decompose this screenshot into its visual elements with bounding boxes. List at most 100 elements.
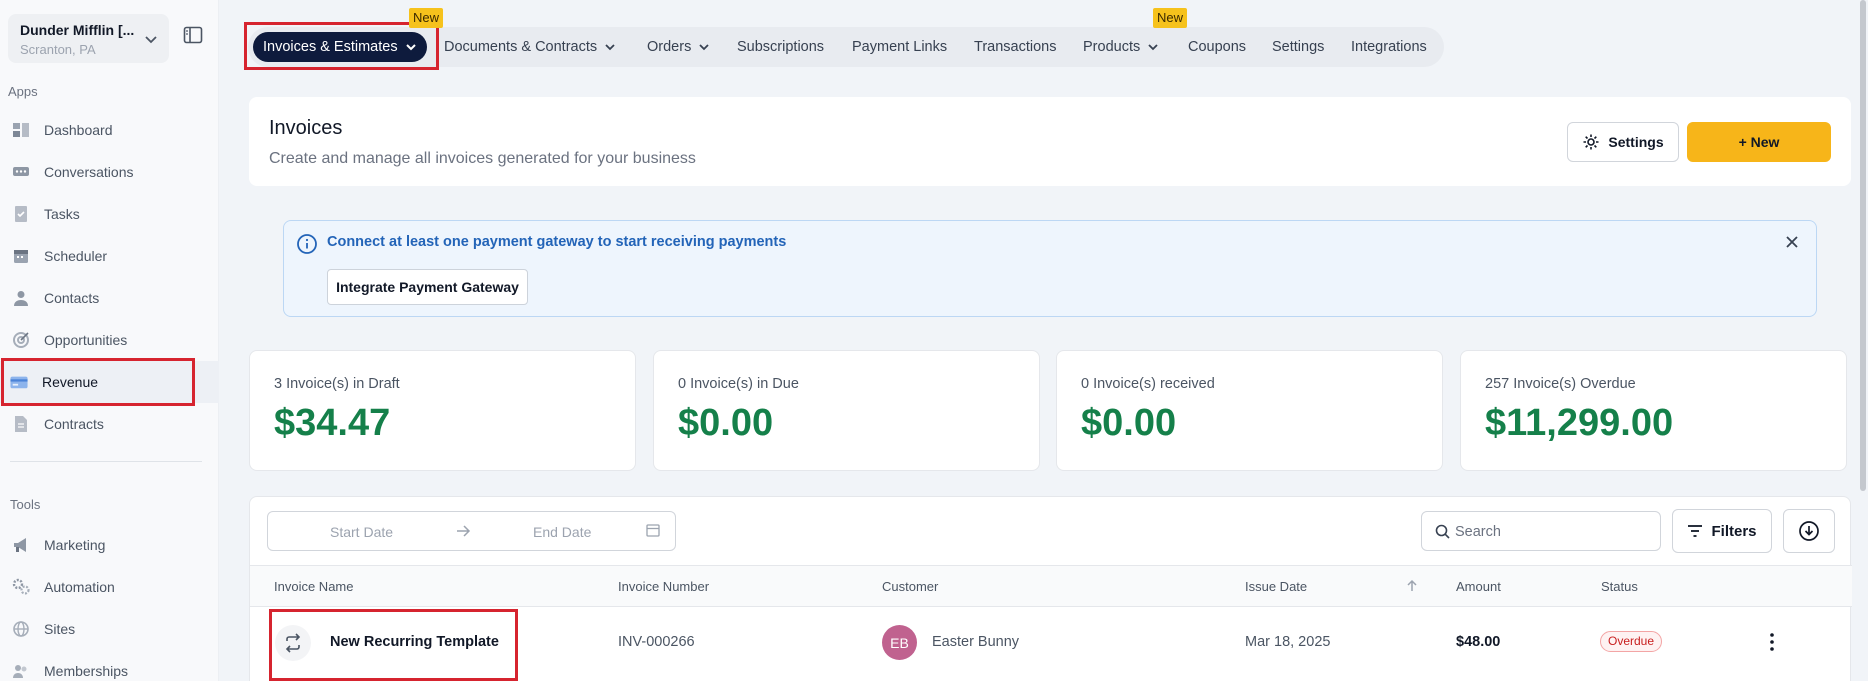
tab-transactions[interactable]: Transactions <box>974 27 1056 67</box>
sidebar-item-memberships[interactable]: Memberships <box>0 650 219 681</box>
amount: $48.00 <box>1456 634 1501 650</box>
tab-products[interactable]: Products <box>1083 27 1159 67</box>
tab-orders[interactable]: Orders <box>647 27 710 67</box>
integrate-payment-gateway-button[interactable]: Integrate Payment Gateway <box>327 269 528 305</box>
sidebar-toggle-icon[interactable] <box>183 25 203 45</box>
table-header: Invoice Name Invoice Number Customer Iss… <box>250 565 1852 607</box>
top-nav-bar <box>248 27 1444 67</box>
chevron-down-icon <box>1148 44 1158 51</box>
sidebar-item-label: Conversations <box>44 164 134 180</box>
sidebar-item-label: Memberships <box>44 663 129 679</box>
page-subtitle: Create and manage all invoices generated… <box>269 150 696 167</box>
invoice-name[interactable]: New Recurring Template <box>330 634 499 650</box>
column-header-invoice-number[interactable]: Invoice Number <box>618 579 709 594</box>
sidebar-item-label: Marketing <box>44 537 106 553</box>
column-header-invoice-name[interactable]: Invoice Name <box>274 579 353 594</box>
account-name: Dunder Mifflin [... <box>20 22 135 38</box>
column-header-amount[interactable]: Amount <box>1456 579 1501 594</box>
tab-coupons[interactable]: Coupons <box>1188 27 1246 67</box>
sidebar-item-conversations[interactable]: Conversations <box>0 151 219 193</box>
calendar-icon <box>646 524 660 537</box>
tab-invoices-estimates[interactable]: Invoices & Estimates <box>253 32 427 62</box>
status-badge: Overdue <box>1600 631 1663 652</box>
stat-value: $0.00 <box>1081 402 1177 444</box>
avatar: EB <box>882 625 917 660</box>
stat-label: 3 Invoice(s) in Draft <box>274 376 400 392</box>
stat-card-due: 0 Invoice(s) in Due $0.00 <box>653 350 1040 471</box>
tab-label: Orders <box>647 39 692 55</box>
download-icon <box>1799 521 1819 541</box>
sidebar-item-label: Contacts <box>44 290 100 306</box>
sidebar-item-opportunities[interactable]: Opportunities <box>0 319 219 361</box>
new-button-label: + New <box>1738 134 1780 150</box>
sidebar-item-revenue[interactable]: Revenue <box>0 361 219 403</box>
table-row[interactable]: New Recurring Template INV-000266 EB Eas… <box>250 607 1852 679</box>
new-invoice-button[interactable]: + New <box>1687 122 1831 162</box>
sort-ascending-icon[interactable] <box>1405 579 1419 593</box>
tab-settings[interactable]: Settings <box>1272 27 1324 67</box>
alert-message: Connect at least one payment gateway to … <box>327 234 787 250</box>
info-icon <box>297 234 317 254</box>
column-header-status[interactable]: Status <box>1601 579 1638 594</box>
sidebar-item-label: Tasks <box>44 206 80 222</box>
sidebar-item-contracts[interactable]: Contracts <box>0 403 219 445</box>
tab-label: Invoices & Estimates <box>263 39 398 55</box>
sidebar-item-label: Scheduler <box>44 248 108 264</box>
account-switcher[interactable]: Dunder Mifflin [... Scranton, PA <box>8 14 169 63</box>
start-date-placeholder: Start Date <box>330 524 394 540</box>
scrollbar[interactable] <box>1860 0 1866 491</box>
filter-icon <box>1688 525 1703 537</box>
search-input[interactable] <box>1455 521 1645 543</box>
date-range-picker[interactable]: Start Date End Date <box>267 511 676 551</box>
settings-button-label: Settings <box>1608 134 1664 150</box>
chevron-down-icon <box>605 44 615 51</box>
stat-label: 0 Invoice(s) received <box>1081 376 1215 392</box>
sidebar-item-contacts[interactable]: Contacts <box>0 277 219 319</box>
chevron-down-icon <box>145 36 157 44</box>
filters-button-label: Filters <box>1711 522 1757 540</box>
document-icon <box>12 415 30 433</box>
stat-value: $11,299.00 <box>1485 402 1674 444</box>
stat-value: $34.47 <box>274 402 391 444</box>
members-icon <box>12 662 30 680</box>
gears-icon <box>12 578 30 596</box>
new-badge: New <box>1153 8 1188 28</box>
download-button[interactable] <box>1783 509 1835 553</box>
sidebar-divider <box>10 461 202 462</box>
sidebar-item-dashboard[interactable]: Dashboard <box>0 109 219 151</box>
customer-name: Easter Bunny <box>932 634 1020 650</box>
tab-subscriptions[interactable]: Subscriptions <box>737 27 824 67</box>
tab-payment-links[interactable]: Payment Links <box>852 27 947 67</box>
sidebar-item-tasks[interactable]: Tasks <box>0 193 219 235</box>
tab-label: Coupons <box>1188 39 1247 55</box>
new-badge: New <box>409 8 444 28</box>
payment-gateway-alert: Connect at least one payment gateway to … <box>283 220 1817 317</box>
sidebar-item-label: Revenue <box>42 374 99 390</box>
sidebar: Dunder Mifflin [... Scranton, PA Apps Da… <box>0 0 219 681</box>
arrow-right-icon <box>457 525 471 537</box>
chevron-down-icon <box>405 44 416 51</box>
search-box <box>1421 511 1661 551</box>
apps-section-label: Apps <box>8 84 38 99</box>
column-header-issue-date[interactable]: Issue Date <box>1245 579 1307 594</box>
close-icon[interactable] <box>1784 234 1800 250</box>
column-header-customer[interactable]: Customer <box>882 579 938 594</box>
sidebar-item-scheduler[interactable]: Scheduler <box>0 235 219 277</box>
megaphone-icon <box>12 536 30 554</box>
card-icon <box>10 373 28 391</box>
settings-button[interactable]: Settings <box>1567 122 1679 162</box>
sidebar-item-sites[interactable]: Sites <box>0 608 219 650</box>
tab-documents-contracts[interactable]: Documents & Contracts <box>444 27 616 67</box>
invoice-number: INV-000266 <box>618 634 695 650</box>
tab-label: Subscriptions <box>737 39 825 55</box>
sidebar-item-marketing[interactable]: Marketing <box>0 524 219 566</box>
tab-label: Settings <box>1272 39 1325 55</box>
gateway-button-label: Integrate Payment Gateway <box>336 279 519 295</box>
stat-label: 257 Invoice(s) Overdue <box>1485 376 1636 392</box>
filters-button[interactable]: Filters <box>1672 509 1772 553</box>
invoices-table-card: Start Date End Date Filters Invoice Name… <box>249 496 1852 681</box>
sidebar-item-automation[interactable]: Automation <box>0 566 219 608</box>
more-options-icon[interactable] <box>1766 631 1778 653</box>
stat-card-draft: 3 Invoice(s) in Draft $34.47 <box>249 350 636 471</box>
tab-integrations[interactable]: Integrations <box>1351 27 1427 67</box>
